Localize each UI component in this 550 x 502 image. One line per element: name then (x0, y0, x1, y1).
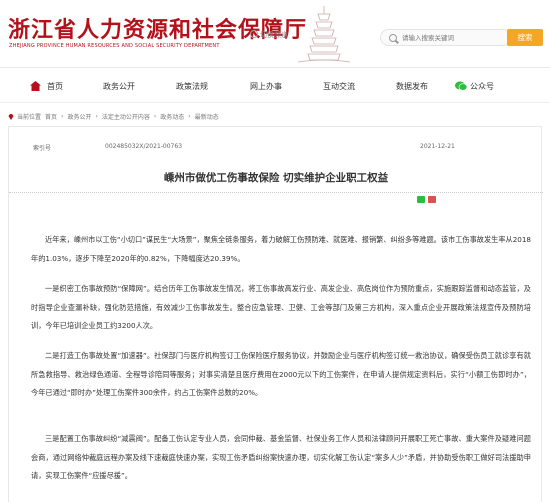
search-input[interactable] (402, 33, 502, 42)
nav-item-interaction[interactable]: 互动交流 (323, 69, 355, 103)
meta-index-label: 索引号 (33, 145, 52, 152)
nav-item-data-release[interactable]: 数据发布 (396, 69, 428, 103)
article-paragraph: 二是打造工伤事故处置“加速器”。社保部门与医疗机构签订工伤保险医疗服务协议，并鼓… (31, 351, 531, 397)
nav-item-online-services[interactable]: 网上办事 (250, 69, 282, 103)
globe-icon (250, 30, 258, 38)
breadcrumb-sep: › (188, 112, 191, 120)
weibo-share-icon[interactable] (428, 196, 436, 203)
article-paragraph: 三是配置工伤事故纠纷“减震阀”。配备工伤认定专业人员，会同仲裁、基金监督、社保业… (31, 434, 531, 480)
article-panel: 索引号 002485032X/2021-00763 2021-12-21 嵊州市… (8, 126, 543, 502)
search-icon (389, 33, 397, 42)
meta-date: 2021-12-21 (420, 143, 455, 150)
wechat-icon (455, 81, 467, 91)
home-icon (30, 81, 41, 91)
nav-item-label: 首页 (47, 81, 63, 91)
pagoda-landmark-icon (297, 6, 351, 63)
breadcrumb-sep: › (61, 112, 64, 120)
breadcrumb-item[interactable]: 首页 (45, 112, 57, 121)
site-header: 浙江省人力资源和社会保障厅 ZHEJIANG PROVINCE HUMAN RE… (0, 0, 550, 68)
nav-item-gov-affairs[interactable]: 政务公开 (103, 69, 135, 103)
switch-site-link[interactable]: 切换频道 (250, 30, 288, 40)
article-paragraph: 一是织密工伤事故预防“保障网”。结合历年工伤事故发生情况，将工伤事故高发行业、高… (31, 284, 531, 330)
breadcrumb-item[interactable]: 法定主动公开内容 (102, 112, 150, 121)
breadcrumb-sep: › (95, 112, 98, 120)
article-title: 嵊州市做优工伤事故保险 切实维护企业职工权益 (163, 172, 389, 184)
breadcrumb-item[interactable]: 政务公开 (67, 112, 91, 121)
breadcrumb-item[interactable]: 最新动态 (195, 112, 219, 121)
nav-item-wechat[interactable]: 公众号 (455, 69, 494, 103)
search-button[interactable]: 搜索 (507, 29, 543, 46)
nav-item-policies[interactable]: 政策法规 (176, 69, 208, 103)
site-subtitle-en: ZHEJIANG PROVINCE HUMAN RESOURCES AND SO… (9, 43, 220, 49)
main-nav: 首页 政务公开 政策法规 网上办事 互动交流 数据发布 公众号 (0, 69, 550, 103)
switch-site-label: 切换频道 (260, 31, 288, 39)
nav-item-label: 公众号 (470, 81, 494, 91)
breadcrumb-label: 当前位置 (17, 113, 42, 121)
breadcrumb: 当前位置 首页 › 政务公开 › 法定主动公开内容 › 政务动态 › 最新动态 (8, 108, 542, 124)
nav-item-home[interactable]: 首页 (30, 69, 63, 103)
breadcrumb-item[interactable]: 政务动态 (160, 112, 184, 121)
share-bar (417, 196, 436, 203)
location-pin-icon (8, 113, 14, 120)
article-paragraph: 近年来，嵊州市以工伤“小切口”谋民生“大场景”，聚焦全链条服务，着力破解工伤预防… (31, 235, 532, 263)
wechat-share-icon[interactable] (417, 196, 425, 203)
meta-index-value: 002485032X/2021-00763 (105, 143, 183, 150)
breadcrumb-sep: › (153, 112, 157, 120)
article-tools-divider (9, 192, 543, 204)
search-box (380, 29, 512, 46)
